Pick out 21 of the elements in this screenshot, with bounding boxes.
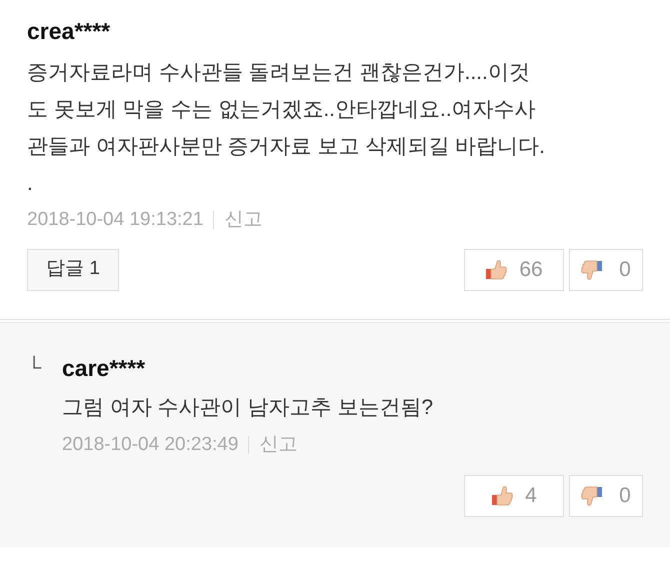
thumbs-up-icon	[491, 486, 514, 506]
report-link[interactable]: 신고	[224, 206, 262, 234]
comment-text-line: 관들과 여자판사분만 증거자료 보고 삭제되길 바랍니다.	[27, 134, 546, 160]
reply-text: 그럼 여자 수사관이 남자고추 보는건됨?	[62, 394, 434, 420]
report-link[interactable]: 신고	[259, 430, 298, 459]
author-name: crea****	[27, 17, 112, 46]
thumbs-up-icon	[485, 260, 508, 280]
dislike-button[interactable]: 0	[569, 248, 643, 290]
comment-text-line: .	[27, 171, 34, 197]
reply-button[interactable]: 답글 1	[27, 248, 119, 290]
like-button[interactable]: 66	[464, 248, 564, 290]
like-button[interactable]: 4	[464, 475, 564, 517]
reply-marker: └	[27, 354, 42, 380]
comment-text-line: 도 못보게 막을 수는 없는거겠죠..안타깝네요..여자수사	[27, 97, 537, 123]
thumbs-down-icon	[581, 486, 604, 506]
dislike-button[interactable]: 0	[569, 475, 643, 517]
comment-date: 2018-10-04 20:23:49	[62, 432, 238, 456]
thumbs-down-icon	[581, 260, 604, 280]
author-name: care****	[62, 354, 146, 382]
comment-text-line: 증거자료라며 수사관들 돌려보는건 괜찮은건가....이것	[27, 60, 531, 86]
comment-date: 2018-10-04 19:13:21	[27, 208, 204, 232]
